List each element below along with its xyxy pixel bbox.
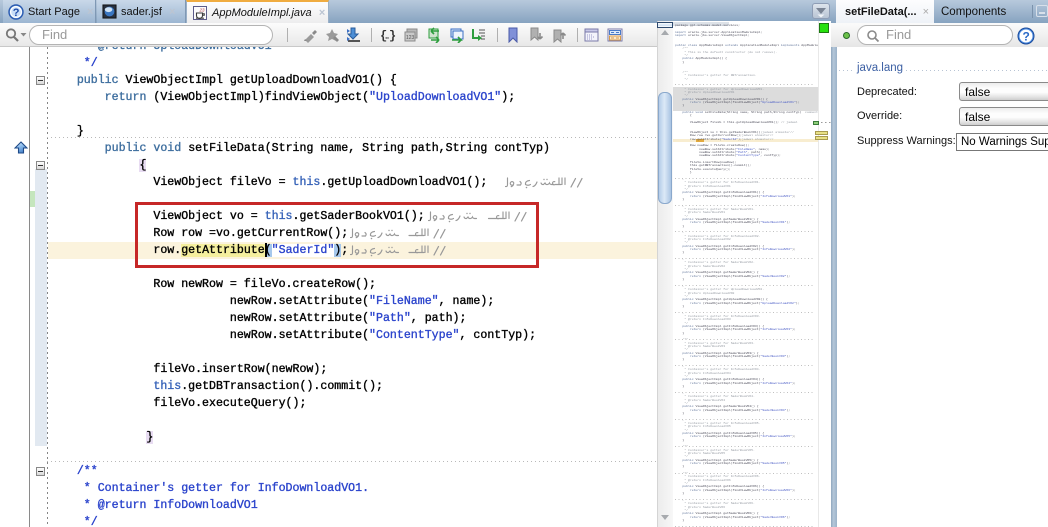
svg-text:}: } — [389, 29, 396, 43]
svg-text:123: 123 — [406, 35, 415, 41]
svg-text:?: ? — [1023, 30, 1030, 44]
svg-text:{: { — [380, 29, 387, 43]
svg-text:23: 23 — [199, 7, 206, 12]
svg-text:?: ? — [13, 7, 20, 19]
